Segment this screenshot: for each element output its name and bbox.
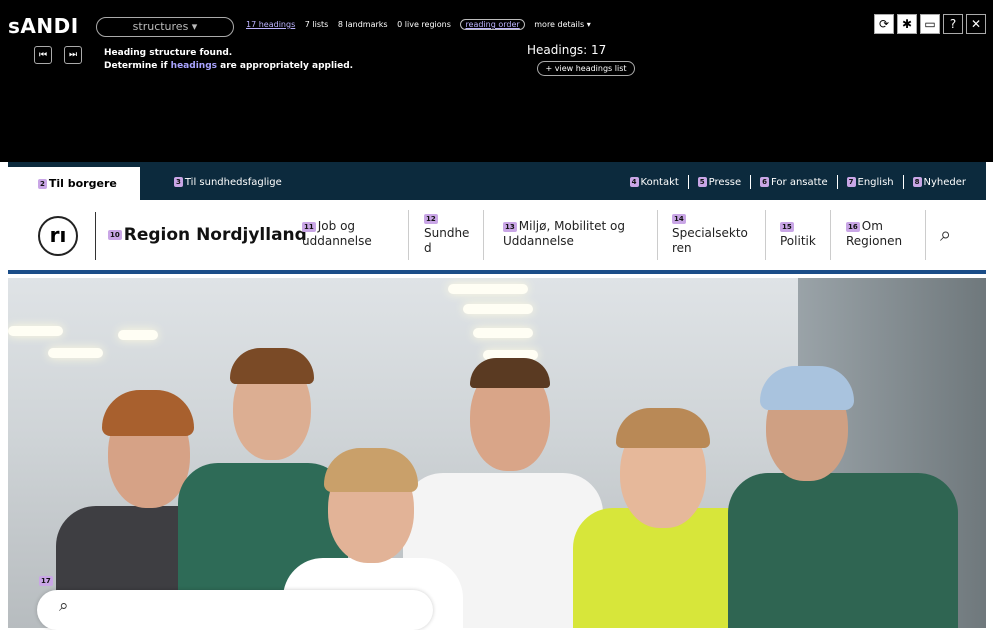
more-details-menu[interactable]: more details ▾ xyxy=(534,20,590,29)
utility-links: 4 Kontakt 5 Presse 6 For ansatte 7 English 8… xyxy=(629,175,966,189)
person-hair xyxy=(230,348,314,384)
live-regions-count: 0 live regions xyxy=(397,20,451,29)
nav-miljo-mobilitet[interactable]: 13 Miljø, Mobilitet og Uddannelse xyxy=(503,219,625,249)
andi-toolbar: sANDI structures ▾ 17 headings 7 lists 8… xyxy=(0,0,993,162)
divider xyxy=(95,212,96,260)
link-presse[interactable]: 5 Presse xyxy=(697,176,741,188)
audience-bar: 2 Til borgere 3 Til sundhedsfaglige 4 Konta… xyxy=(8,162,986,200)
brand-name[interactable]: 10 Region Nordjylland xyxy=(108,225,307,245)
refresh-icon[interactable]: ⟳ xyxy=(874,14,894,34)
divider xyxy=(750,175,752,189)
nav-politik[interactable]: 15 Politik xyxy=(780,219,816,249)
divider xyxy=(836,175,838,189)
divider xyxy=(925,210,926,260)
mode-select[interactable]: structures ▾ xyxy=(96,17,234,37)
headings-link[interactable]: headings xyxy=(171,61,217,71)
hero-search-input[interactable]: ⌕ xyxy=(37,590,433,630)
hero-image xyxy=(8,278,986,628)
andi-logo[interactable]: sANDI xyxy=(8,14,79,38)
divider xyxy=(483,210,484,260)
person-body xyxy=(728,473,958,628)
divider xyxy=(657,210,658,260)
prev-element-button[interactable]: ⏮ xyxy=(34,46,52,64)
ceiling-light xyxy=(48,348,103,358)
person-hair xyxy=(102,390,194,436)
andi-message: Heading structure found. Determine if he… xyxy=(104,47,353,73)
ceiling-light xyxy=(473,328,533,338)
site-header: rı 10 Region Nordjylland 11 Job og uddannel… xyxy=(8,200,986,274)
divider xyxy=(687,175,689,189)
tab-til-borgere[interactable]: 2 Til borgere xyxy=(8,167,140,200)
heading-badge: 17 xyxy=(39,576,53,586)
search-icon: ⌕ xyxy=(59,596,69,616)
divider xyxy=(902,175,904,189)
next-element-button[interactable]: ⏭ xyxy=(64,46,82,64)
ceiling-light xyxy=(118,330,158,340)
headings-total: Headings: 17 xyxy=(527,43,607,57)
person-hair xyxy=(616,408,710,448)
ceiling-light xyxy=(463,304,533,314)
scrub-cap xyxy=(760,366,854,410)
tab-til-sundhedsfaglige[interactable]: 3 Til sundhedsfaglige xyxy=(174,177,282,188)
person-hair xyxy=(324,448,418,492)
link-nyheder[interactable]: 8 Nyheder xyxy=(912,176,966,188)
andi-stats: 17 headings 7 lists 8 landmarks 0 live r… xyxy=(246,19,598,30)
divider xyxy=(765,210,766,260)
settings-icon[interactable]: ✱ xyxy=(897,14,917,34)
link-for-ansatte[interactable]: 6 For ansatte xyxy=(760,176,828,188)
andi-tools: ⟳ ✱ ▭ ? ✕ xyxy=(874,14,986,34)
landmarks-count: 8 landmarks xyxy=(337,20,388,29)
person-hair xyxy=(470,358,550,388)
nav-specialsektoren[interactable]: 14 Specialsekto ren xyxy=(672,211,748,256)
nav-sundhed[interactable]: 12 Sundhe d xyxy=(424,211,469,256)
help-icon[interactable]: ? xyxy=(943,14,963,34)
link-kontakt[interactable]: 4 Kontakt xyxy=(629,176,679,188)
divider xyxy=(830,210,831,260)
nav-job-og-uddannelse[interactable]: 11 Job og uddannelse xyxy=(302,219,372,249)
link-english[interactable]: 7 English xyxy=(846,176,894,188)
message-line-2: Determine if headings are appropriately … xyxy=(104,61,354,71)
keyboard-icon[interactable]: ▭ xyxy=(920,14,940,34)
message-line-1: Heading structure found. xyxy=(104,48,233,58)
region-logo-icon[interactable]: rı xyxy=(38,216,78,256)
search-icon[interactable]: ⌕ xyxy=(940,222,951,246)
headings-count-link[interactable]: 17 headings xyxy=(246,20,295,29)
ceiling-light xyxy=(448,284,528,294)
divider xyxy=(408,210,409,260)
nav-om-regionen[interactable]: 16 Om Regionen xyxy=(846,219,902,249)
ceiling-light xyxy=(8,326,63,336)
close-icon[interactable]: ✕ xyxy=(966,14,986,34)
reading-order-toggle[interactable]: reading order xyxy=(460,19,525,30)
lists-count: 7 lists xyxy=(304,20,329,29)
view-headings-list-button[interactable]: + view headings list xyxy=(537,61,635,76)
